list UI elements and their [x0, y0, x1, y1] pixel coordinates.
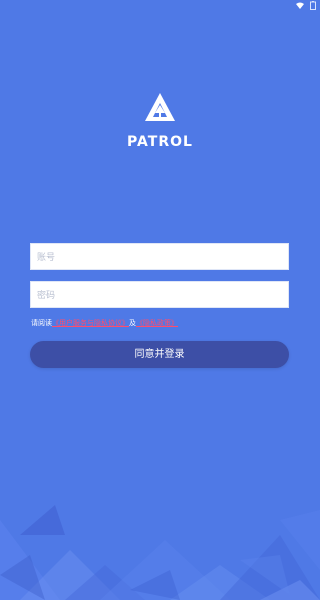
logo-area: PATROL	[0, 92, 320, 150]
wifi-icon	[296, 2, 304, 9]
agreement-prefix: 请阅读	[31, 319, 52, 327]
patrol-logo-icon	[145, 93, 175, 121]
password-input[interactable]	[30, 281, 289, 308]
background-decoration	[0, 505, 320, 600]
privacy-policy-link[interactable]: 《隐私政策》	[136, 318, 178, 328]
agree-and-login-button[interactable]: 同意并登录	[30, 341, 289, 368]
status-bar	[280, 0, 320, 14]
account-input[interactable]	[30, 243, 289, 270]
agreement-middle: 及	[129, 319, 136, 327]
user-service-privacy-agreement-link[interactable]: 《用户服务与隐私协议》	[52, 318, 129, 328]
status-icons	[296, 1, 316, 10]
agreement-text: 请阅读 《用户服务与隐私协议》 及 《隐私政策》	[31, 318, 178, 328]
app-title: PATROL	[127, 134, 193, 150]
battery-icon	[310, 1, 316, 10]
